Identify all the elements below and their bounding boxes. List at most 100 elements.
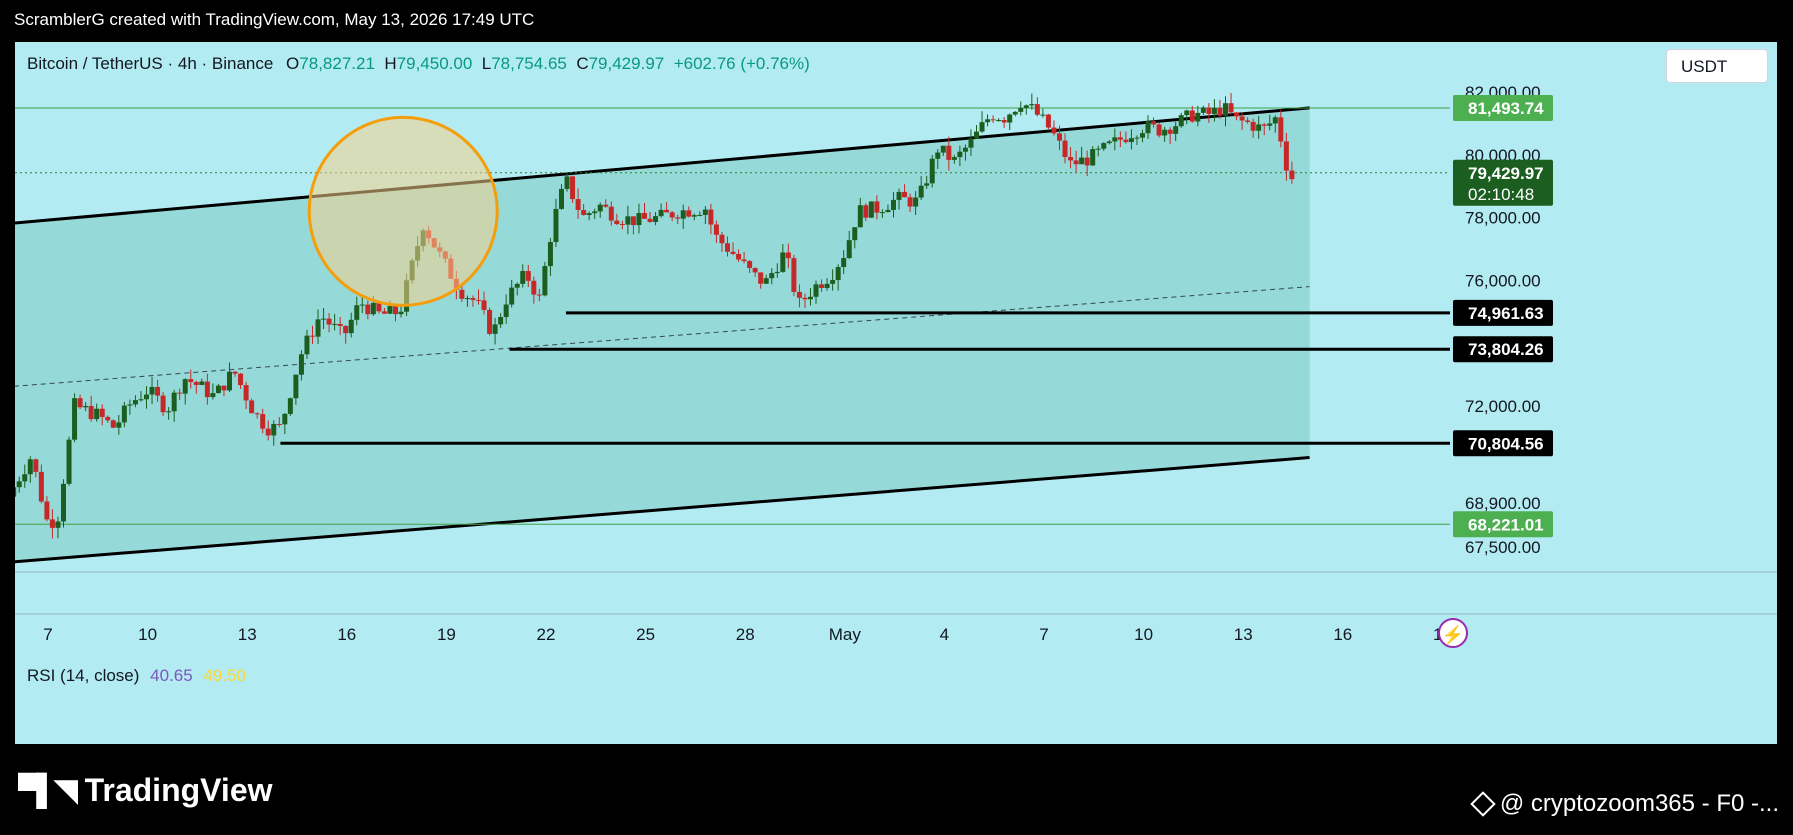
candle-body xyxy=(763,278,769,284)
candle-body xyxy=(686,210,692,217)
candle-body xyxy=(719,234,725,244)
candle-body xyxy=(381,311,387,314)
candle-body xyxy=(38,471,44,502)
x-tick-label: 13 xyxy=(238,625,257,644)
candle-body xyxy=(481,300,487,310)
candle-body xyxy=(204,381,210,398)
candle-body xyxy=(675,217,681,219)
candle-body xyxy=(459,289,465,299)
x-tick-label: 16 xyxy=(337,625,356,644)
candle-body xyxy=(1195,112,1201,122)
x-tick-label: May xyxy=(829,625,862,644)
candle-body xyxy=(1234,112,1240,117)
high-value: 79,450.00 xyxy=(396,54,473,73)
candle-body xyxy=(785,252,791,259)
candle-body xyxy=(1128,138,1134,143)
candle-body xyxy=(188,379,194,383)
candle-body xyxy=(166,411,172,413)
price-countdown: 02:10:48 xyxy=(1468,185,1534,204)
candle-body xyxy=(846,240,852,259)
candle-body xyxy=(475,299,481,301)
candle-body xyxy=(968,138,974,148)
candle-body xyxy=(243,385,249,401)
candle-body xyxy=(1079,157,1085,165)
price-badge: 79,429.97 02:10:48 xyxy=(1453,159,1553,206)
candle-body xyxy=(614,220,620,225)
candle-body xyxy=(160,395,166,413)
candle xyxy=(1018,101,1024,116)
candle-body xyxy=(902,191,908,198)
candle-body xyxy=(315,319,321,337)
candle-body xyxy=(155,386,161,396)
candle xyxy=(1200,105,1206,115)
candle xyxy=(1029,93,1035,110)
chart-frame[interactable]: 82,000.00 80,000.00 78,000.00 76,000.00 72,0… xyxy=(15,42,1777,744)
candle-body xyxy=(935,152,941,159)
candle-body xyxy=(857,205,863,228)
candle-body xyxy=(929,158,935,184)
candle-body xyxy=(105,416,111,421)
candle-body xyxy=(819,284,825,289)
candle-body xyxy=(1040,114,1046,116)
candle-body xyxy=(398,311,404,315)
candle-body xyxy=(713,224,719,235)
candle-body xyxy=(304,335,310,355)
candle-body xyxy=(791,258,797,292)
candle-body xyxy=(337,323,343,326)
candle-body xyxy=(664,209,670,213)
candle-body xyxy=(979,122,985,132)
candle-body xyxy=(962,147,968,152)
candle xyxy=(929,155,935,188)
rsi-legend[interactable]: RSI (14, close) 40.65 49.50 xyxy=(27,666,246,686)
candle-body xyxy=(1189,110,1195,122)
candle-body xyxy=(758,272,764,284)
candle xyxy=(66,436,72,486)
candle-body xyxy=(536,294,542,296)
candle-body xyxy=(835,267,841,281)
candle xyxy=(1012,111,1018,117)
candle-body xyxy=(1134,137,1140,139)
chart-svg[interactable]: 82,000.0080,000.0078,000.0076,000.0072,0… xyxy=(15,42,1777,744)
candle-body xyxy=(55,521,61,528)
close-value: 79,429.97 xyxy=(588,54,665,73)
candle-body xyxy=(503,304,509,318)
candle xyxy=(1007,113,1013,131)
candle xyxy=(1156,123,1162,138)
candle xyxy=(868,201,874,218)
lightning-icon[interactable]: ⚡ xyxy=(1438,618,1468,648)
y-tick-label: 76,000.00 xyxy=(1465,271,1541,290)
candle-body xyxy=(879,212,885,214)
candle-body xyxy=(487,309,493,334)
candle xyxy=(1178,112,1184,128)
currency-unit-button[interactable]: USDT xyxy=(1666,49,1768,83)
candle xyxy=(570,175,576,203)
candle-body xyxy=(1023,105,1029,108)
candle-body xyxy=(619,224,625,226)
x-tick-label: 4 xyxy=(940,625,949,644)
candle-body xyxy=(392,306,398,315)
candle-body xyxy=(558,188,564,209)
candle-body xyxy=(625,216,631,225)
symbol-title[interactable]: Bitcoin / TetherUS · 4h · Binance xyxy=(27,54,273,73)
candle-body xyxy=(121,405,127,423)
candle-body xyxy=(127,404,133,406)
candle-body xyxy=(796,291,802,298)
candle-body xyxy=(232,371,238,374)
candle-body xyxy=(1239,116,1245,121)
candle-body xyxy=(741,259,747,262)
candle-body xyxy=(553,208,559,243)
candle-body xyxy=(1211,107,1217,114)
price-badge-label: 74,961.63 xyxy=(1468,304,1544,323)
candle-body xyxy=(1034,104,1040,115)
candle-body xyxy=(852,227,858,241)
candle-body xyxy=(464,298,470,300)
candle-body xyxy=(1062,140,1068,158)
candle-body xyxy=(16,481,22,488)
candle-body xyxy=(1029,104,1035,106)
candle-body xyxy=(1101,143,1107,149)
y-tick-label: 78,000.00 xyxy=(1465,209,1541,228)
candle-body xyxy=(724,243,730,252)
candle-body xyxy=(1250,121,1256,131)
watermark-text: @ cryptozoom365 - F0 -... xyxy=(1499,790,1779,817)
candle xyxy=(990,115,996,123)
